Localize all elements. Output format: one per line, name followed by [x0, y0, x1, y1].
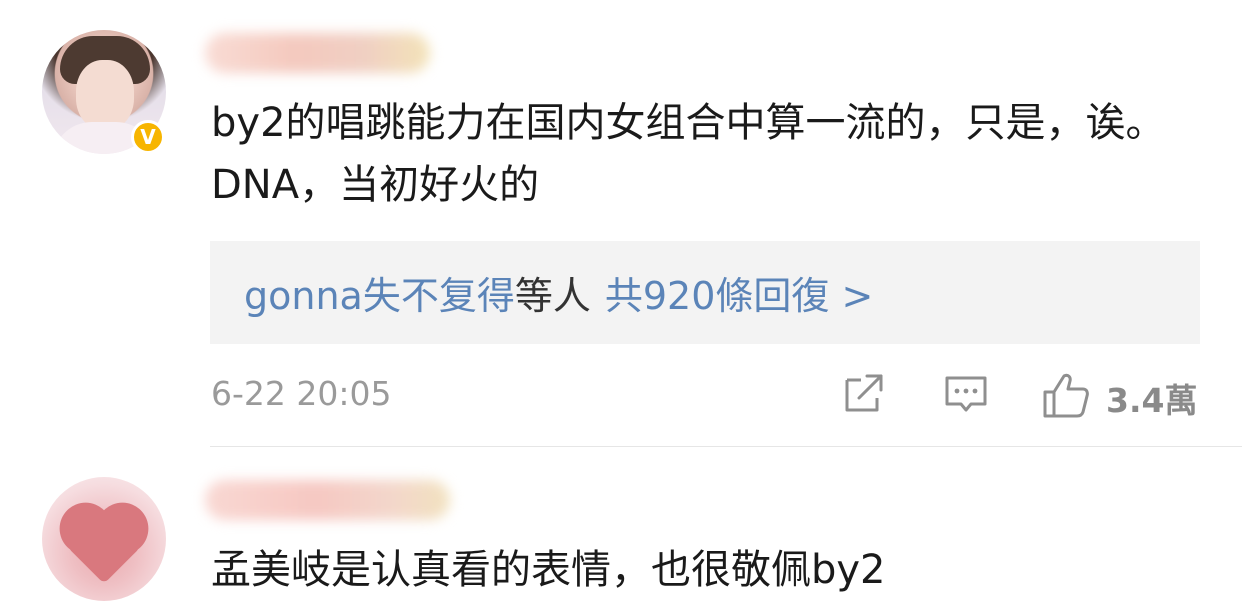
reply-suffix: 等人	[514, 274, 591, 318]
comment-feed: V by2的唱跳能力在国内女组合中算一流的，只是，诶。DNA，当初好火的 gon…	[0, 0, 1242, 615]
comment-item: V by2的唱跳能力在国内女组合中算一流的，只是，诶。DNA，当初好火的 gon…	[0, 0, 1242, 447]
share-icon[interactable]	[841, 370, 887, 420]
username-blurred[interactable]	[205, 33, 430, 73]
comment-meta: 6-22 20:05 3.4萬	[211, 370, 1201, 422]
avatar-face	[76, 60, 134, 130]
verified-icon: V	[131, 120, 165, 154]
reply-author-link[interactable]: gonna失不复得	[244, 265, 515, 320]
comment-item: 孟美岐是认真看的表情，也很敬佩by2	[0, 447, 1242, 615]
comment-text: 孟美岐是认真看的表情，也很敬佩by2	[211, 547, 886, 593]
heart-icon	[67, 510, 141, 584]
username-blurred[interactable]	[205, 480, 450, 520]
thumbs-up-icon[interactable]	[1041, 370, 1091, 424]
like-count: 3.4萬	[1106, 381, 1198, 420]
timestamp: 6-22 20:05	[211, 374, 392, 413]
avatar[interactable]	[42, 477, 166, 601]
comment-text: by2的唱跳能力在国内女组合中算一流的，只是，诶。DNA，当初好火的	[211, 100, 1166, 208]
replies-preview-button[interactable]: gonna失不复得 等人 共920條回復 >	[210, 241, 1200, 344]
comment-icon[interactable]	[943, 370, 989, 420]
reply-count-link[interactable]: 共920條回復 >	[605, 265, 873, 320]
